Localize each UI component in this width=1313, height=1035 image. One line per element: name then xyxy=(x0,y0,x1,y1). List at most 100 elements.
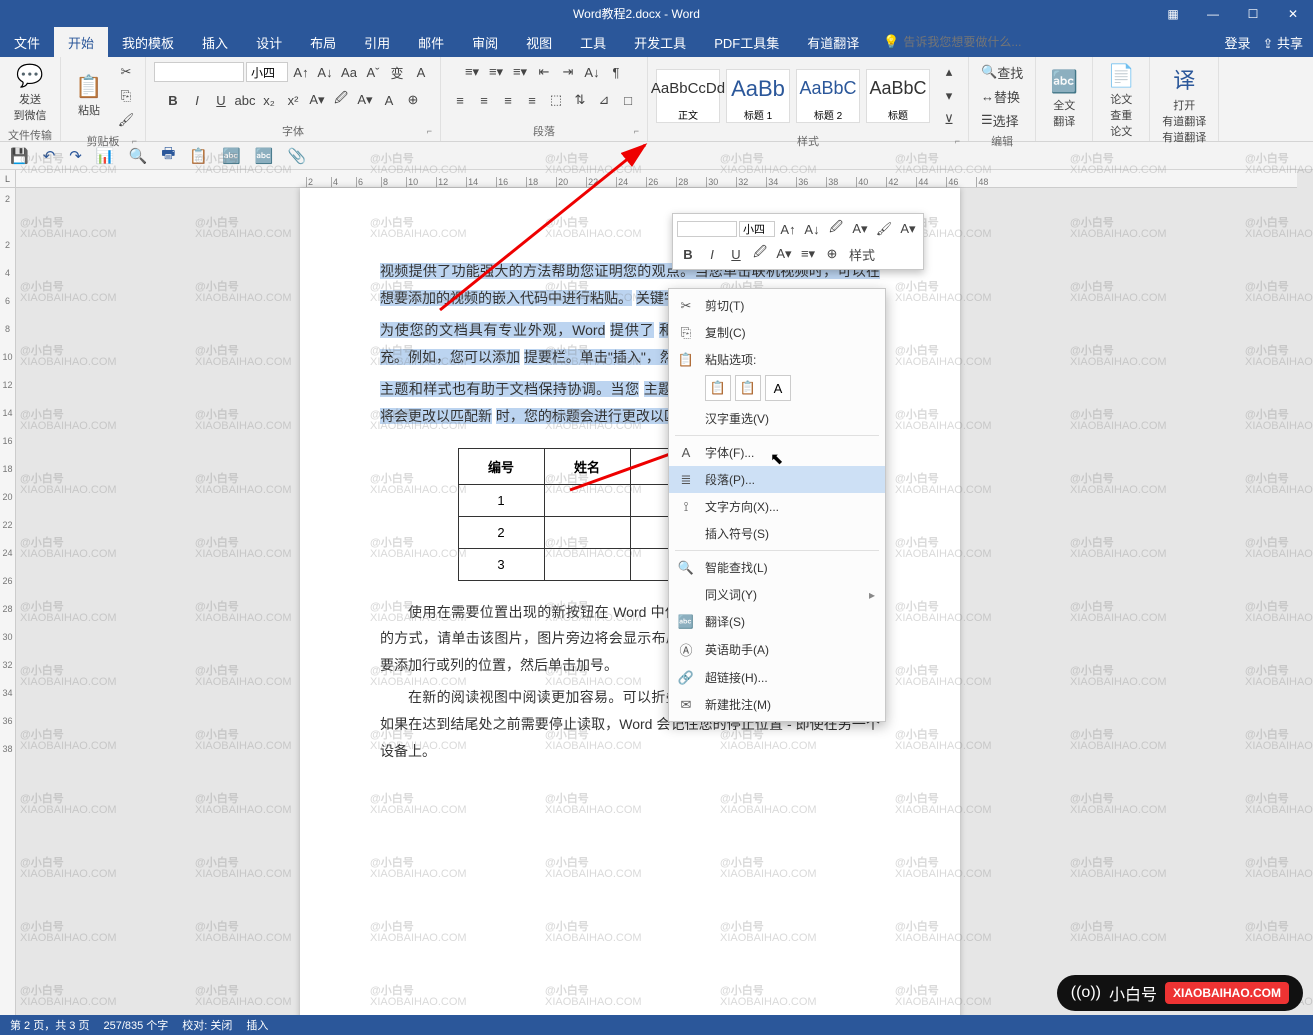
status-insert[interactable]: 插入 xyxy=(246,1017,268,1033)
share-button[interactable]: ⇪ 共享 xyxy=(1262,33,1303,52)
tab-insert[interactable]: 插入 xyxy=(188,27,242,57)
open-youdao-button[interactable]: 译打开 有道翻译 有道翻译 xyxy=(1158,61,1210,147)
clipboard-launcher[interactable]: ⌐ xyxy=(132,136,137,146)
mini-highlight[interactable]: 🖉 xyxy=(825,218,847,240)
ctx-item[interactable]: 汉字重选(V) xyxy=(669,405,885,432)
tell-me[interactable]: 💡 xyxy=(873,27,1073,57)
tab-pdftools[interactable]: PDF工具集 xyxy=(700,27,793,57)
ctx-item[interactable]: Ⓐ英语助手(A) xyxy=(669,635,885,664)
mini-font-name[interactable] xyxy=(677,221,737,237)
font-size-combo[interactable] xyxy=(246,62,288,82)
change-case-button[interactable]: Aa xyxy=(338,61,360,83)
sort-button[interactable]: A↓ xyxy=(581,61,603,83)
grow-font-button[interactable]: A↑ xyxy=(290,61,312,83)
tab-mailings[interactable]: 邮件 xyxy=(404,27,458,57)
ctx-item[interactable]: 🔍智能查找(L) xyxy=(669,554,885,581)
mini-grow-font[interactable]: A↑ xyxy=(777,218,799,240)
line-spacing-button[interactable]: ⇅ xyxy=(569,89,591,111)
align-center-button[interactable]: ≡ xyxy=(473,89,495,111)
qat-undo[interactable]: ↶ xyxy=(43,147,56,165)
styles-down[interactable]: ▾ xyxy=(938,85,960,107)
paste-option[interactable]: A xyxy=(765,375,791,401)
style-heading2[interactable]: AaBbC标题 2 xyxy=(796,69,860,123)
paste-option[interactable]: 📋 xyxy=(735,375,761,401)
ctx-item[interactable]: 同义词(Y)▸ xyxy=(669,581,885,608)
tab-design[interactable]: 设计 xyxy=(242,27,296,57)
multilevel-button[interactable]: ≡▾ xyxy=(509,61,531,83)
tell-me-input[interactable] xyxy=(903,35,1063,49)
style-heading1[interactable]: AaBb标题 1 xyxy=(726,69,790,123)
ctx-item[interactable]: 插入符号(S) xyxy=(669,520,885,547)
pinyin-guide-button[interactable]: Aˇ xyxy=(362,61,384,83)
phonetic-button[interactable]: 变 xyxy=(386,61,408,83)
align-left-button[interactable]: ≡ xyxy=(449,89,471,111)
ruler-corner[interactable]: L xyxy=(0,170,16,188)
text-effects-button[interactable]: A▾ xyxy=(306,89,328,111)
tab-layout[interactable]: 布局 xyxy=(296,27,350,57)
increase-indent-button[interactable]: ⇥ xyxy=(557,61,579,83)
bullets-button[interactable]: ≡▾ xyxy=(461,61,483,83)
mini-styles-label[interactable]: 样式 xyxy=(845,243,879,265)
select-button[interactable]: ☰ 选择 xyxy=(977,109,1023,131)
ctx-item[interactable]: 🔤翻译(S) xyxy=(669,608,885,635)
mini-italic[interactable]: I xyxy=(701,243,723,265)
status-proof[interactable]: 校对: 关闭 xyxy=(182,1017,232,1033)
ctx-item[interactable]: 🔗超链接(H)... xyxy=(669,664,885,691)
styles-up[interactable]: ▴ xyxy=(938,61,960,83)
mini-color2[interactable]: A▾ xyxy=(773,243,795,265)
mini-format-painter[interactable]: 🖌 xyxy=(873,218,895,240)
login-link[interactable]: 登录 xyxy=(1224,33,1250,52)
distribute-button[interactable]: ⬚ xyxy=(545,89,567,111)
tab-youdao[interactable]: 有道翻译 xyxy=(793,27,873,57)
tab-mytemplates[interactable]: 我的模板 xyxy=(108,27,188,57)
tab-developer[interactable]: 开发工具 xyxy=(620,27,700,57)
help-dropdown-icon[interactable]: ▦ xyxy=(1153,0,1193,27)
italic-button[interactable]: I xyxy=(186,89,208,111)
minimize-button[interactable]: — xyxy=(1193,0,1233,27)
mini-font-size[interactable] xyxy=(739,221,775,237)
clear-format-button[interactable]: A xyxy=(410,61,432,83)
horizontal-ruler[interactable]: 2468101214161820222426283032343638404244… xyxy=(16,170,1297,188)
ctx-item[interactable]: ≣段落(P)... xyxy=(669,466,885,493)
qat-print[interactable]: 🖶 xyxy=(161,143,175,168)
mini-font-color[interactable]: A▾ xyxy=(849,218,871,240)
ctx-item[interactable]: ⟟文字方向(X)... xyxy=(669,493,885,520)
mini-shrink-font[interactable]: A↓ xyxy=(801,218,823,240)
paste-button[interactable]: 📋粘贴 xyxy=(69,72,109,120)
ctx-item[interactable]: ✉新建批注(M) xyxy=(669,691,885,718)
strike-button[interactable]: abc xyxy=(234,89,256,111)
copy-button[interactable]: ⎘ xyxy=(115,85,137,107)
mini-bullets[interactable]: ≡▾ xyxy=(797,243,819,265)
tab-home[interactable]: 开始 xyxy=(54,27,108,57)
tab-references[interactable]: 引用 xyxy=(350,27,404,57)
enclose-char-button[interactable]: ⊕ xyxy=(402,89,424,111)
mini-bold[interactable]: B xyxy=(677,243,699,265)
tab-file[interactable]: 文件 xyxy=(0,27,54,57)
mini-underline[interactable]: U xyxy=(725,243,747,265)
shrink-font-button[interactable]: A↓ xyxy=(314,61,336,83)
tab-tools[interactable]: 工具 xyxy=(566,27,620,57)
bold-button[interactable]: B xyxy=(162,89,184,111)
subscript-button[interactable]: x₂ xyxy=(258,89,280,111)
numbering-button[interactable]: ≡▾ xyxy=(485,61,507,83)
tab-view[interactable]: 视图 xyxy=(512,27,566,57)
ctx-item[interactable]: ✂剪切(T) xyxy=(669,292,885,319)
find-button[interactable]: 🔍 查找 xyxy=(977,61,1027,83)
mini-highlight2[interactable]: 🖉 xyxy=(749,243,771,265)
paper-check-button[interactable]: 📄论文 查重 论文 xyxy=(1101,61,1141,141)
ctx-item[interactable]: 📋粘贴选项: xyxy=(669,346,885,373)
full-translate-button[interactable]: 🔤全文 翻译 xyxy=(1044,67,1084,131)
shading-button[interactable]: ⊿ xyxy=(593,89,615,111)
replace-button[interactable]: ↔ 替换 xyxy=(977,85,1024,107)
styles-launcher[interactable]: ⌐ xyxy=(955,136,960,146)
format-painter-button[interactable]: 🖌 xyxy=(115,109,137,131)
ctx-item[interactable]: ⎘复制(C) xyxy=(669,319,885,346)
maximize-button[interactable]: ☐ xyxy=(1233,0,1273,27)
vertical-ruler[interactable]: 22468101214161820222426283032343638 xyxy=(0,188,16,1015)
align-right-button[interactable]: ≡ xyxy=(497,89,519,111)
qat-save[interactable]: 💾 xyxy=(10,147,29,165)
styles-more[interactable]: ⊻ xyxy=(938,109,960,131)
qat-trans2[interactable]: 🔤 xyxy=(255,147,274,165)
show-marks-button[interactable]: ¶ xyxy=(605,61,627,83)
paste-option[interactable]: 📋 xyxy=(705,375,731,401)
